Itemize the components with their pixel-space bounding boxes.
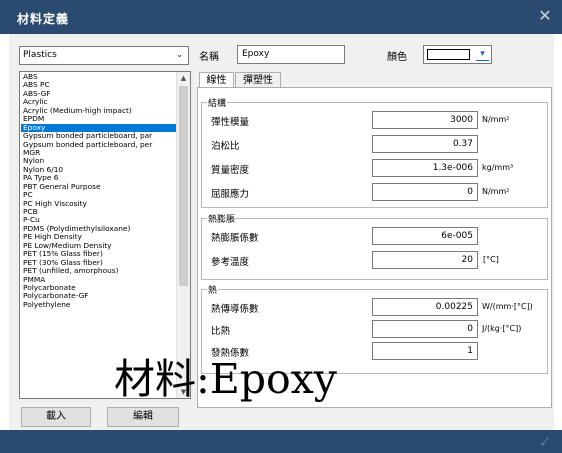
heat-generation-coefficient-field[interactable]: 1 [372,342,478,360]
list-item[interactable]: Nylon [21,157,176,165]
list-item[interactable]: PET (unfilled, amorphous) [21,267,176,275]
elastic-modulus-field[interactable]: 3000 [372,111,478,129]
yield-stress-field[interactable]: 0 [372,183,478,201]
list-item[interactable]: PMMA [21,276,176,284]
load-button[interactable]: 載入 [21,407,91,427]
reference-temperature-field[interactable]: 20 [372,251,478,269]
list-item[interactable]: Gypsum bonded particleboard, par [21,132,176,140]
tab-elastoplastic[interactable]: 彈塑性 [235,72,281,88]
title-bar: 材料定義 ✕ [0,0,562,34]
name-field[interactable]: Epoxy [237,45,345,64]
thermal-expansion-group-title: 熱膨脹 [207,212,237,225]
mass-density-label: 質量密度 [211,165,250,176]
thermal-conductivity-unit: W/(mm·[°C]) [482,302,533,311]
thermal-expansion-coefficient-field[interactable]: 6e-005 [372,227,478,245]
structure-group-title: 結構 [207,96,228,109]
list-item[interactable]: ABS [21,73,176,81]
scroll-up-icon[interactable]: ▲ [177,72,190,84]
tab-linear[interactable]: 線性 [199,72,234,88]
material-list-items: ABS ABS PC ABS-GF Acrylic Acrylic (Medium-hi… [21,73,176,309]
elastic-modulus-unit: N/mm² [482,115,510,124]
list-item[interactable]: ABS-GF [21,90,176,98]
chevron-down-icon[interactable]: ▾ [476,48,489,61]
category-select-value: Plastics [23,50,57,60]
structure-group: 結構 彈性模量 3000 N/mm² 泊松比 0.37 質量密度 1.3e-00… [201,96,548,208]
list-item[interactable]: P-Cu [21,216,176,224]
poisson-ratio-label: 泊松比 [211,141,240,152]
list-item[interactable]: PBT General Purpose [21,183,176,191]
list-item[interactable]: PDMS (Polydimethylsiloxane) [21,225,176,233]
caption-overlay: 材料:Epoxy [114,355,337,403]
status-bar: ✓ [0,430,562,453]
list-item[interactable]: EPDM [21,115,176,123]
color-label: 顏色 [387,52,407,63]
window-title: 材料定義 [17,12,70,26]
mass-density-unit: kg/mm³ [482,163,514,172]
specific-heat-label: 比熱 [211,326,231,337]
reference-temperature-label: 參考溫度 [211,257,250,268]
list-item[interactable]: Acrylic (Medium-high impact) [21,107,176,115]
heat-group-title: 熱 [207,283,219,296]
list-item[interactable]: Nylon 6/10 [21,166,176,174]
specific-heat-unit: J/(kg·[°C]) [482,324,522,333]
elastic-modulus-label: 彈性模量 [211,117,250,128]
checkmark-icon[interactable]: ✓ [539,432,552,451]
edit-button[interactable]: 編輯 [107,407,179,427]
list-item[interactable]: Epoxy [21,123,176,133]
list-item[interactable]: PE Low/Medium Density [21,242,176,250]
list-item[interactable]: Polycarbonate [21,284,176,292]
scrollbar-thumb[interactable] [179,86,188,286]
yield-stress-unit: N/mm² [482,187,510,196]
category-select[interactable]: Plastics ⌄ [19,46,189,65]
thermal-expansion-coefficient-label: 熱膨脹係數 [211,233,259,244]
list-item[interactable]: ABS PC [21,81,176,89]
thermal-expansion-group: 熱膨脹 熱膨脹係數 6e-005 參考溫度 20 [°C] [201,212,548,280]
list-item[interactable]: Polycarbonate-GF [21,292,176,300]
thermal-conductivity-field[interactable]: 0.00225 [372,298,478,316]
reference-temperature-unit: [°C] [483,255,499,264]
poisson-ratio-field[interactable]: 0.37 [372,135,478,153]
name-label: 名稱 [199,52,219,63]
list-item[interactable]: PC [21,191,176,199]
thermal-conductivity-label: 熱傳導係數 [211,304,259,315]
list-item[interactable]: Polyethylene [21,301,176,309]
list-item[interactable]: PC High Viscosity [21,200,176,208]
list-item[interactable]: PE High Density [21,233,176,241]
list-item[interactable]: Acrylic [21,98,176,106]
list-item[interactable]: PCB [21,208,176,216]
list-item[interactable]: PET (15% Glass fiber) [21,250,176,258]
list-item[interactable]: MGR [21,149,176,157]
list-item[interactable]: PA Type 6 [21,174,176,182]
color-swatch [427,49,470,60]
list-item[interactable]: PET (30% Glass fiber) [21,259,176,267]
chevron-down-icon[interactable]: ⌄ [173,48,186,63]
yield-stress-label: 屈服應力 [211,189,250,200]
list-item[interactable]: Gypsum bonded particleboard, per [21,141,176,149]
mass-density-field[interactable]: 1.3e-006 [372,159,478,177]
specific-heat-field[interactable]: 0 [372,320,478,338]
color-select[interactable]: ▾ [423,45,492,64]
close-icon[interactable]: ✕ [536,7,554,25]
